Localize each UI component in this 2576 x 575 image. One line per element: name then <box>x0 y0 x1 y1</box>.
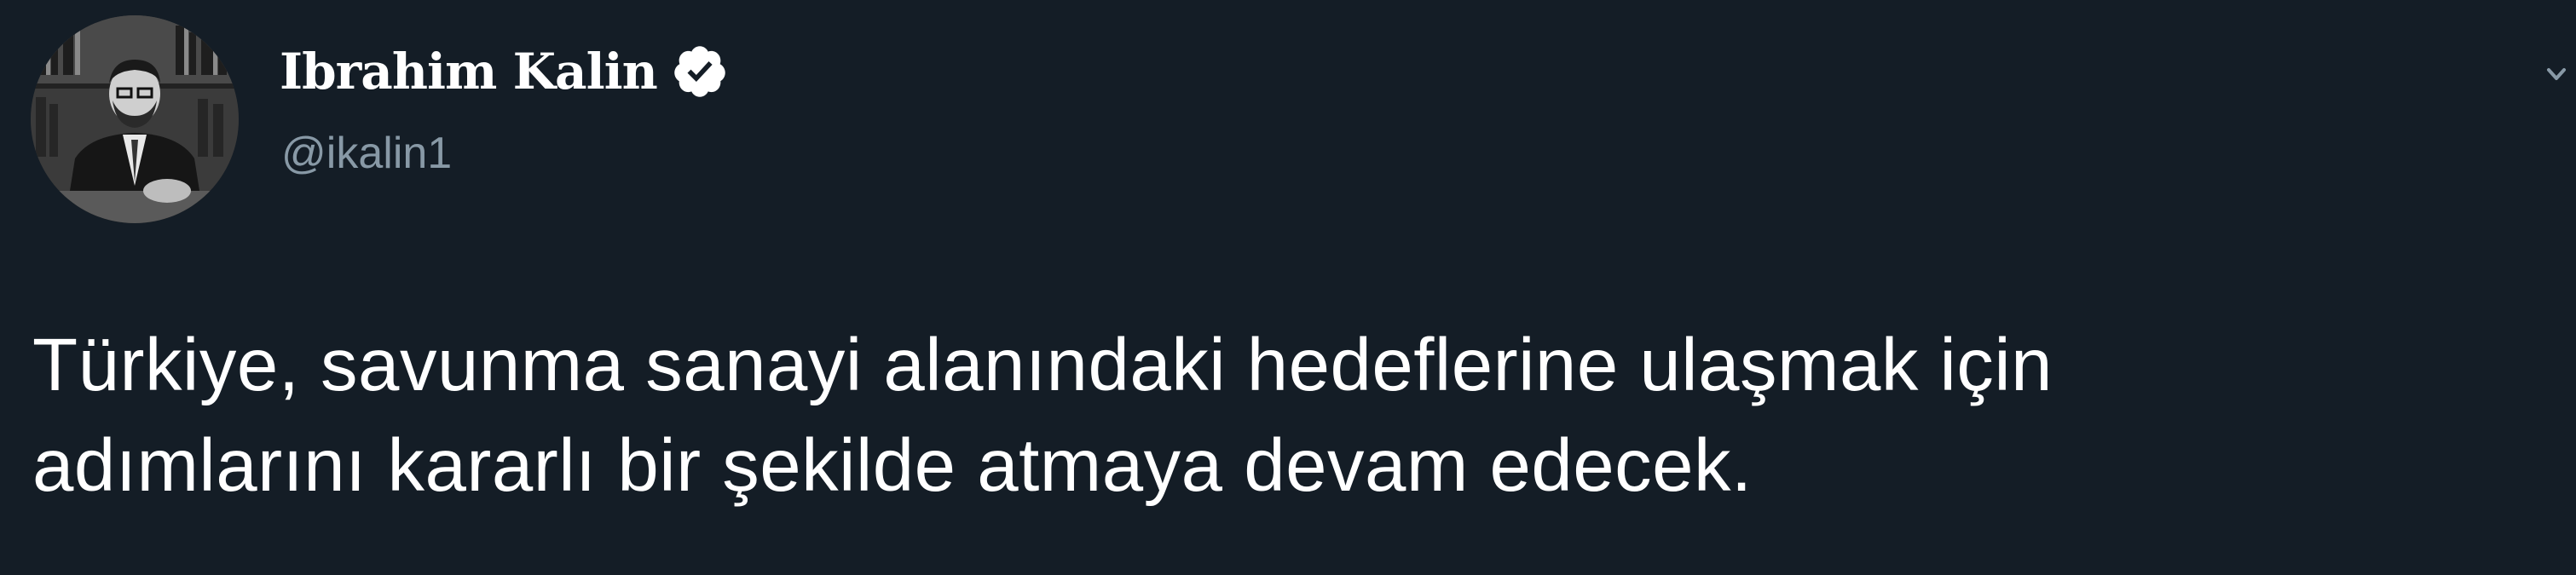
tweet-card: Ibrahim Kalin @ikalin1 Türkiye, savunma … <box>0 0 2576 575</box>
author-display-name[interactable]: Ibrahim Kalin <box>280 43 658 101</box>
author-name-row[interactable]: Ibrahim Kalin <box>280 37 729 106</box>
avatar[interactable] <box>31 15 239 223</box>
tweet-text-line: Türkiye, savunma sanayi alanındaki hedef… <box>32 324 2053 406</box>
author-handle[interactable]: @ikalin1 <box>281 128 452 179</box>
chevron-down-icon[interactable] <box>2544 61 2569 87</box>
tweet-text-line: adımlarını kararlı bir şekilde atmaya de… <box>32 424 1753 507</box>
tweet-text: Türkiye, savunma sanayi alanındaki hedef… <box>32 315 2556 516</box>
verified-badge-icon <box>671 43 729 101</box>
